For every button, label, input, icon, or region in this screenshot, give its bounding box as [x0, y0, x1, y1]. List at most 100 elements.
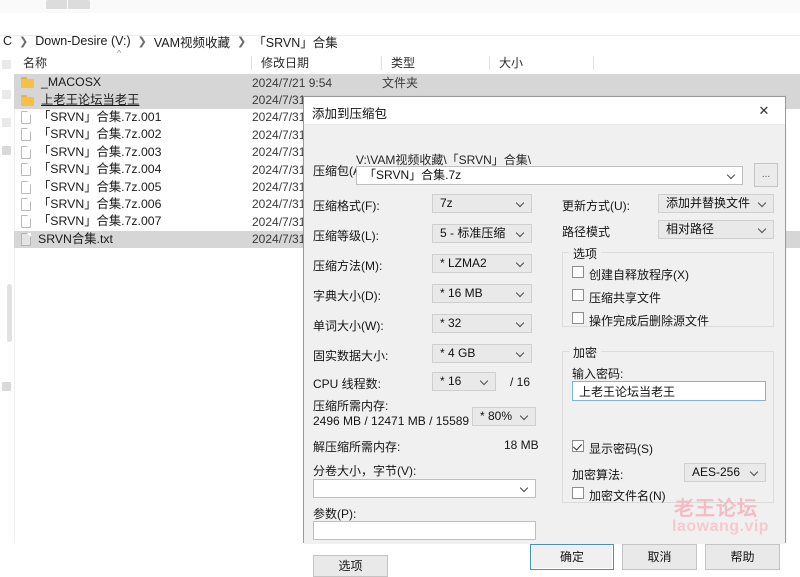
file-type-label: 文件夹	[382, 76, 419, 91]
method-combo[interactable]: * LZMA2	[432, 254, 532, 273]
dialog-title-bar[interactable]: 添加到压缩包 ✕	[304, 97, 785, 125]
chevron-down-icon	[520, 411, 529, 420]
breadcrumb-separator: ❯	[19, 35, 29, 48]
memory-usage-combo[interactable]: * 80%	[472, 407, 536, 426]
nav-ghost-item[interactable]	[2, 146, 11, 155]
folder-icon	[21, 94, 34, 106]
word-size-combo[interactable]: * 32	[432, 314, 532, 333]
column-header-type[interactable]: 类型	[382, 52, 490, 74]
file-row[interactable]: _MACOSX 2024/7/21 9:54 文件夹	[14, 74, 800, 92]
document-grey-icon	[21, 232, 31, 246]
column-header-type-label: 类型	[391, 56, 416, 70]
path-mode-value: 相对路径	[666, 222, 715, 236]
encrypt-filenames-label: 加密文件名(N)	[589, 489, 666, 503]
ok-button[interactable]: 确定	[530, 544, 614, 570]
file-date-label: 2024/7/31	[252, 145, 306, 160]
explorer-tab[interactable]	[46, 0, 90, 9]
document-icon	[21, 197, 31, 211]
document-icon	[21, 110, 31, 124]
column-header-date[interactable]: 修改日期	[252, 52, 382, 74]
encryption-algorithm-value: AES-256	[692, 465, 741, 479]
dictionary-size-label: 字典大小(D):	[313, 289, 381, 303]
navigation-pane[interactable]	[0, 52, 15, 543]
delete-source-after-checkbox[interactable]	[572, 312, 584, 324]
decompress-memory-label: 解压缩所需内存:	[313, 440, 401, 454]
solid-block-size-combo[interactable]: * 4 GB	[432, 344, 532, 363]
document-icon	[21, 215, 31, 229]
dictionary-size-combo[interactable]: * 16 MB	[432, 284, 532, 303]
nav-ghost-item[interactable]	[2, 118, 11, 127]
method-label: 压缩方法(M):	[313, 259, 383, 273]
file-name-label: 「SRVN」合集.7z.003	[38, 144, 162, 159]
column-header-size-label: 大小	[499, 56, 524, 70]
nav-ghost-item[interactable]	[2, 382, 11, 391]
update-mode-label: 更新方式(U):	[562, 199, 630, 213]
nav-ghost-item[interactable]	[2, 90, 11, 99]
method-value: * LZMA2	[440, 256, 487, 270]
file-name-label: SRVN合集.txt	[38, 231, 113, 246]
file-name-label: 「SRVN」合集.7z.002	[38, 127, 162, 142]
chevron-down-icon	[516, 198, 525, 207]
breadcrumb-item-3[interactable]: 「SRVN」合集	[252, 32, 339, 51]
volume-size-combo[interactable]	[313, 479, 536, 498]
breadcrumb[interactable]: C ❯ Down-Desire (V:) ❯ VAM视频收藏 ❯ 「SRVN」合…	[2, 30, 339, 52]
window-top-strip	[0, 0, 800, 14]
breadcrumb-item-1[interactable]: Down-Desire (V:)	[34, 34, 131, 48]
encrypt-filenames-checkbox[interactable]	[572, 487, 584, 499]
breadcrumb-item-2[interactable]: VAM视频收藏	[153, 32, 231, 51]
show-password-checkbox[interactable]	[572, 440, 584, 452]
breadcrumb-separator: ❯	[137, 35, 147, 48]
memory-usage-value: * 80%	[480, 409, 513, 423]
archive-name-combo[interactable]: 「SRVN」合集.7z	[356, 166, 743, 185]
cpu-threads-total: / 16	[510, 375, 531, 389]
close-button[interactable]: ✕	[743, 97, 785, 124]
file-name-label: 「SRVN」合集.7z.007	[38, 214, 162, 229]
file-name-label: 「SRVN」合集.7z.001	[38, 109, 162, 124]
cancel-button[interactable]: 取消	[622, 544, 697, 570]
decompress-memory-value: 18 MB	[504, 438, 539, 452]
file-name-label: 「SRVN」合集.7z.005	[38, 179, 162, 194]
file-name-label: 「SRVN」合集.7z.006	[38, 196, 162, 211]
folder-icon	[21, 77, 34, 89]
chevron-down-icon	[758, 198, 767, 207]
sort-ascending-icon: ^	[117, 48, 122, 58]
compress-memory-label: 压缩所需内存:	[313, 399, 389, 413]
word-size-label: 单词大小(W):	[313, 319, 384, 333]
level-combo[interactable]: 5 - 标准压缩	[432, 224, 532, 243]
document-icon	[21, 180, 31, 194]
column-header-name-label: 名称	[23, 56, 48, 70]
chevron-down-icon	[480, 376, 489, 385]
options-button[interactable]: 选项	[313, 555, 388, 577]
nav-scrollbar-thumb[interactable]	[7, 284, 12, 342]
file-date-label: 2024/7/31	[252, 197, 306, 212]
column-header-name[interactable]: 名称	[14, 52, 252, 74]
parameters-input[interactable]	[313, 521, 536, 540]
create-sfx-checkbox[interactable]	[572, 266, 584, 278]
browse-button[interactable]: ...	[754, 163, 778, 187]
document-icon	[21, 128, 31, 142]
column-header-size[interactable]: 大小	[490, 52, 594, 74]
compress-shared-files-checkbox[interactable]	[572, 289, 584, 301]
nav-ghost-item[interactable]	[2, 60, 11, 69]
path-mode-combo[interactable]: 相对路径	[658, 220, 774, 239]
help-button[interactable]: 帮助	[705, 544, 780, 570]
cpu-threads-combo[interactable]: * 16	[432, 372, 496, 391]
compress-memory-value: 2496 MB / 12471 MB / 15589 MB	[313, 414, 491, 428]
breadcrumb-separator: ❯	[237, 35, 247, 48]
chevron-down-icon	[750, 467, 759, 476]
dialog-body: 压缩包(A): V:\VAM视频收藏\「SRVN」合集\ 「SRVN」合集.7z…	[304, 125, 785, 577]
breadcrumb-item-0[interactable]: C	[2, 34, 13, 48]
update-mode-value: 添加并替换文件	[666, 196, 751, 210]
file-date-label: 2024/7/31	[252, 214, 306, 229]
password-input[interactable]	[572, 381, 766, 401]
format-combo[interactable]: 7z	[432, 194, 532, 213]
dialog-title: 添加到压缩包	[312, 107, 388, 121]
update-mode-combo[interactable]: 添加并替换文件	[658, 194, 774, 213]
encryption-algorithm-combo[interactable]: AES-256	[684, 463, 766, 482]
solid-block-size-label: 固实数据大小:	[313, 349, 389, 363]
cpu-threads-value: * 16	[440, 374, 462, 388]
chevron-down-icon	[516, 288, 525, 297]
compress-shared-files-label: 压缩共享文件	[589, 291, 662, 305]
column-header-date-label: 修改日期	[261, 56, 310, 70]
chevron-down-icon	[516, 228, 525, 237]
